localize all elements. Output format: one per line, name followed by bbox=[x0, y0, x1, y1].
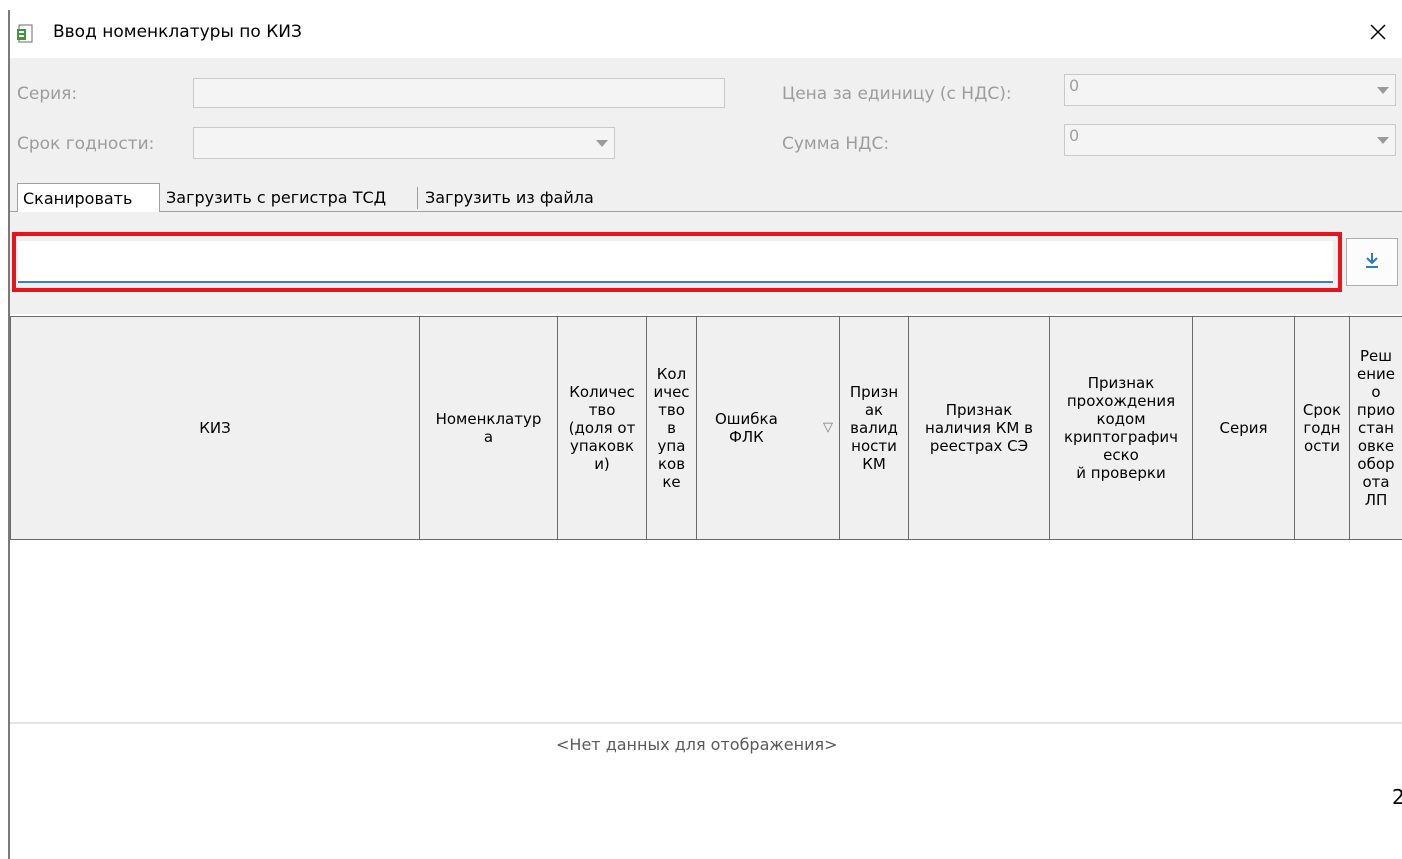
column-header-line: Количес bbox=[569, 383, 635, 401]
column-header-line: упа bbox=[657, 437, 686, 455]
column-header-line: Кол bbox=[656, 365, 687, 383]
price-dropdown[interactable]: 0 bbox=[1064, 74, 1396, 106]
column-header-crypto-check[interactable]: Признак прохождения кодом криптографич еско й… bbox=[1049, 316, 1192, 540]
column-header-line: Срок bbox=[1302, 401, 1342, 419]
column-header-line: й проверки bbox=[1076, 464, 1166, 482]
column-header-line: обор bbox=[1357, 455, 1395, 473]
vat-value: 0 bbox=[1069, 126, 1080, 145]
close-button[interactable] bbox=[1356, 16, 1400, 52]
column-header-line: (доля от bbox=[568, 419, 636, 437]
empty-state-text: <Нет данных для отображения> bbox=[556, 735, 838, 754]
column-header-line: ности bbox=[851, 437, 897, 455]
column-header-line: ФЛК bbox=[728, 428, 764, 446]
column-header-line: ков bbox=[657, 455, 686, 473]
series-value bbox=[194, 79, 724, 80]
column-header-label: Количес тво (доля от упаковк и) bbox=[569, 383, 636, 473]
column-header-line: ости bbox=[1304, 437, 1340, 455]
column-header-label: Признак наличия КМ в реестрах СЭ bbox=[925, 401, 1033, 455]
document-icon bbox=[16, 24, 36, 44]
chevron-down-icon[interactable] bbox=[1377, 137, 1389, 144]
filter-icon[interactable]: ▽ bbox=[823, 419, 833, 437]
column-header-line: ение bbox=[1356, 365, 1395, 383]
vat-label: Сумма НДС: bbox=[782, 134, 890, 154]
column-header-line: валид bbox=[850, 419, 898, 437]
table-body bbox=[10, 540, 1402, 859]
column-header-line: Признак bbox=[1087, 374, 1155, 392]
load-button[interactable] bbox=[1346, 238, 1398, 286]
expiry-dropdown[interactable] bbox=[193, 127, 615, 159]
tab-load-file[interactable]: Загрузить из файла bbox=[420, 183, 620, 212]
column-header-line: в bbox=[667, 419, 676, 437]
column-header-line: Признак bbox=[945, 401, 1013, 419]
column-header-line: Номенклатур bbox=[435, 410, 542, 428]
column-header-line: и) bbox=[594, 455, 610, 473]
column-header-label: Ошибка ФЛК bbox=[715, 410, 778, 446]
column-header-line: тво bbox=[658, 401, 685, 419]
column-header-line: ак bbox=[864, 401, 884, 419]
expiry-value bbox=[194, 128, 614, 129]
divider bbox=[10, 722, 1402, 724]
column-header-label: КИЗ bbox=[199, 419, 231, 437]
column-header-suspension[interactable]: Реш ение о прио стан овке обор ота ЛП bbox=[1349, 316, 1402, 540]
column-header-km-validity[interactable]: Призн ак валид ности КМ bbox=[839, 316, 908, 540]
column-header-line: Серия bbox=[1219, 419, 1268, 437]
column-header-line: криптографич bbox=[1063, 428, 1179, 446]
column-header-line: упаковк bbox=[569, 437, 634, 455]
column-header-kiz[interactable]: КИЗ bbox=[10, 316, 419, 540]
price-value: 0 bbox=[1069, 76, 1080, 95]
column-header-line: КИЗ bbox=[199, 419, 231, 437]
column-header-line: овке bbox=[1357, 437, 1395, 455]
column-header-line: Ошибка bbox=[715, 410, 778, 428]
vat-dropdown[interactable]: 0 bbox=[1064, 124, 1396, 156]
column-header-expiry[interactable]: Срок годн ости bbox=[1294, 316, 1349, 540]
column-header-line: КМ bbox=[862, 455, 886, 473]
column-header-line: ке bbox=[662, 473, 681, 491]
expiry-label: Срок годности: bbox=[17, 134, 155, 154]
column-header-line: Реш bbox=[1359, 347, 1392, 365]
column-header-flk-error[interactable]: Ошибка ФЛК ▽ bbox=[696, 316, 839, 540]
page-number-fragment: 2 bbox=[1392, 785, 1402, 809]
column-header-line: прохождения bbox=[1066, 392, 1176, 410]
tab-separator bbox=[417, 187, 418, 209]
column-header-line: ичес bbox=[653, 383, 690, 401]
column-header-line: Призн bbox=[849, 383, 899, 401]
column-header-line: о bbox=[1371, 383, 1381, 401]
chevron-down-icon[interactable] bbox=[1377, 87, 1389, 94]
column-header-line: кодом bbox=[1096, 410, 1146, 428]
column-header-line: ЛП bbox=[1364, 491, 1388, 509]
close-icon[interactable] bbox=[1369, 23, 1387, 45]
column-header-nomenclature[interactable]: Номенклатур а bbox=[419, 316, 557, 540]
tab-scan[interactable]: Сканировать bbox=[17, 183, 160, 213]
chevron-down-icon[interactable] bbox=[596, 140, 608, 147]
column-header-quantity[interactable]: Количес тво (доля от упаковк и) bbox=[557, 316, 646, 540]
column-header-line: тво bbox=[588, 401, 616, 419]
column-header-label: Реш ение о прио стан овке обор ота ЛП bbox=[1357, 347, 1395, 509]
column-header-line: реестрах СЭ bbox=[929, 437, 1029, 455]
column-header-line: еско bbox=[1103, 446, 1139, 464]
column-header-line: стан bbox=[1358, 419, 1394, 437]
column-header-line: годн bbox=[1303, 419, 1341, 437]
series-field[interactable] bbox=[193, 78, 725, 108]
tab-load-tsd[interactable]: Загрузить с регистра ТСД bbox=[161, 183, 413, 212]
price-label: Цена за единицу (с НДС): bbox=[782, 84, 1012, 104]
column-header-line: а bbox=[483, 428, 494, 446]
column-header-label: Кол ичес тво в упа ков ке bbox=[653, 365, 689, 491]
column-header-line: наличия КМ в bbox=[925, 419, 1033, 437]
kiz-scan-input[interactable] bbox=[18, 241, 1333, 283]
dialog-window: Ввод номенклатуры по КИЗ Серия: Срок год… bbox=[0, 0, 1402, 859]
column-header-label: Призн ак валид ности КМ bbox=[850, 383, 898, 473]
window-title: Ввод номенклатуры по КИЗ bbox=[53, 22, 302, 42]
column-header-label: Признак прохождения кодом криптографич еско й… bbox=[1064, 374, 1178, 482]
column-header-series[interactable]: Серия bbox=[1192, 316, 1294, 540]
series-label: Серия: bbox=[17, 84, 78, 104]
column-header-line: прио bbox=[1356, 401, 1396, 419]
column-header-pack-quantity[interactable]: Кол ичес тво в упа ков ке bbox=[646, 316, 696, 540]
column-header-label: Срок годн ости bbox=[1303, 401, 1341, 455]
column-header-label: Номенклатур а bbox=[436, 410, 542, 446]
column-header-km-registry[interactable]: Признак наличия КМ в реестрах СЭ bbox=[908, 316, 1049, 540]
column-header-label: Серия bbox=[1220, 419, 1268, 437]
column-header-line: ота bbox=[1362, 473, 1390, 491]
download-icon[interactable] bbox=[1363, 251, 1381, 273]
